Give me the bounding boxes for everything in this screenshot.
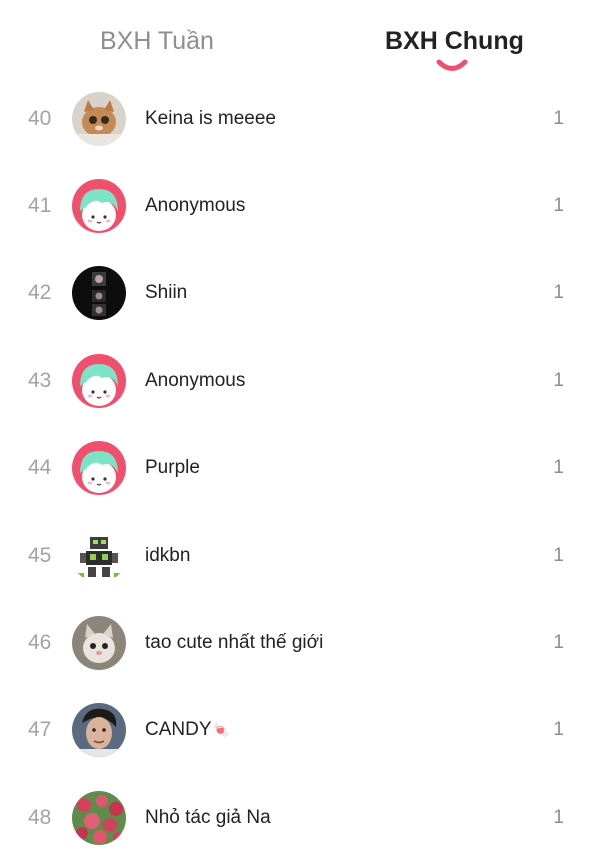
leaderboard-row[interactable]: 48 Nhỏ tác giả Na 1 <box>0 774 600 861</box>
anonymous-avatar-icon <box>72 179 126 234</box>
active-tab-indicator <box>436 59 468 71</box>
avatar[interactable] <box>72 179 126 234</box>
score: 1 <box>553 806 564 828</box>
rank-number: 41 <box>28 194 52 218</box>
anonymous-avatar-icon <box>72 353 126 408</box>
rank-number: 40 <box>28 106 52 130</box>
leaderboard-row[interactable]: 44 Purple 1 <box>0 425 600 512</box>
score: 1 <box>553 719 564 741</box>
rank-number: 44 <box>28 456 52 480</box>
cat-photo-2-avatar-icon <box>72 616 126 671</box>
tab-overall-ranking[interactable]: BXH Chung <box>385 24 524 58</box>
rank-number: 48 <box>28 805 52 829</box>
user-name: Nhỏ tác giả Na <box>145 806 271 828</box>
rank-number: 47 <box>28 718 52 742</box>
leaderboard-row[interactable]: 46 tao cute nhất thế giới 1 <box>0 599 600 686</box>
avatar[interactable] <box>72 91 126 146</box>
user-name: Anonymous <box>145 195 246 217</box>
leaderboard-row[interactable]: 41 Anonymous 1 <box>0 162 600 249</box>
avatar[interactable] <box>72 441 126 496</box>
leaderboard-row[interactable]: 40 Keina is meeee 1 <box>0 75 600 162</box>
score: 1 <box>553 107 564 129</box>
rank-number: 42 <box>28 281 52 305</box>
score: 1 <box>553 282 564 304</box>
person-photo-avatar-icon <box>72 703 126 758</box>
avatar[interactable] <box>72 266 126 321</box>
leaderboard-row[interactable]: 43 Anonymous 1 <box>0 337 600 424</box>
rank-number: 46 <box>28 631 52 655</box>
pixel-robot-avatar-icon <box>72 528 126 583</box>
leaderboard-row[interactable]: 47 CANDY🍬 1 <box>0 687 600 774</box>
avatar[interactable] <box>72 353 126 408</box>
rank-number: 43 <box>28 368 52 392</box>
user-name-text: CANDY <box>145 719 212 741</box>
leaderboard-list: 40 Keina is meeee 1 41 Anonymous 1 42 Sh… <box>0 75 600 862</box>
avatar[interactable] <box>72 528 126 583</box>
user-name: Shiin <box>145 282 188 304</box>
rank-number: 45 <box>28 543 52 567</box>
avatar[interactable] <box>72 703 126 758</box>
candy-icon: 🍬 <box>211 722 231 740</box>
anonymous-avatar-icon <box>72 441 126 496</box>
score: 1 <box>553 544 564 566</box>
score: 1 <box>553 195 564 217</box>
user-name: tao cute nhất thế giới <box>145 632 324 654</box>
tab-weekly-ranking[interactable]: BXH Tuần <box>100 24 214 58</box>
user-name: CANDY🍬 <box>145 719 230 741</box>
flowers-photo-avatar-icon <box>72 790 126 845</box>
score: 1 <box>553 457 564 479</box>
user-name: idkbn <box>145 544 191 566</box>
avatar[interactable] <box>72 616 126 671</box>
dark-photo-avatar-icon <box>72 266 126 321</box>
user-name: Purple <box>145 457 200 479</box>
avatar[interactable] <box>72 790 126 845</box>
leaderboard-tabs: BXH Tuần BXH Chung <box>0 0 600 80</box>
cat-photo-avatar-icon <box>72 91 126 146</box>
user-name: Keina is meeee <box>145 107 276 129</box>
user-name: Anonymous <box>145 369 246 391</box>
leaderboard-row[interactable]: 42 Shiin 1 <box>0 250 600 337</box>
score: 1 <box>553 632 564 654</box>
leaderboard-row[interactable]: 45 idkbn 1 <box>0 512 600 599</box>
score: 1 <box>553 369 564 391</box>
